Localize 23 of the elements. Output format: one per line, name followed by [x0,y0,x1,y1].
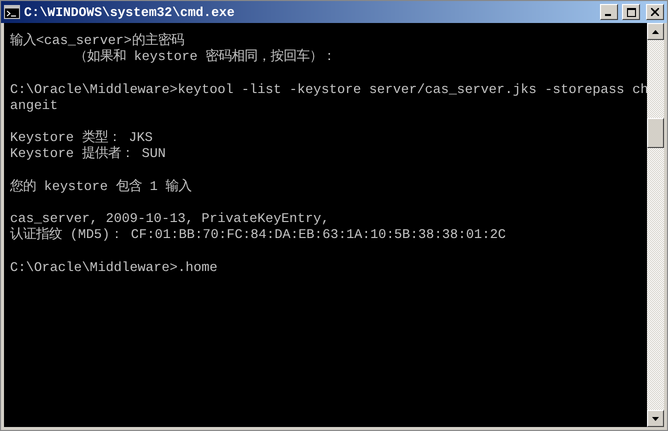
console-line: 您的 keystore 包含 1 输入 [10,178,193,195]
minimize-button[interactable] [600,4,618,20]
scrollbar[interactable] [647,23,664,427]
console-line: Keystore 提供者： SUN [10,146,167,162]
console-line: 输入<cas_server>的主密码 [10,33,185,49]
down-arrow-icon [652,416,659,420]
close-icon [651,8,659,16]
console-app-icon [4,5,20,19]
console-line: cas_server, 2009-10-13, PrivateKeyEntry, [10,211,330,227]
console-line: C:\Oracle\Middleware>keytool -list -keystore server/cas_server.jks -storepass ch [10,82,647,98]
console-line: angeit [10,98,59,114]
window-title: C:\WINDOWS\system32\cmd.exe [24,4,236,20]
scroll-down-button[interactable] [647,410,664,427]
maximize-icon [626,8,636,16]
console-line: Keystore 类型： JKS [10,130,154,146]
up-arrow-icon [652,30,659,34]
scroll-up-button[interactable] [647,23,664,40]
console-line: （如果和 keystore 密码相同，按回车）： [72,49,337,66]
console-line: C:\Oracle\Middleware>.home [10,260,218,276]
maximize-button[interactable] [622,4,640,20]
console-line: 认证指纹 (MD5)： CF:01:BB:70:FC:84:DA:EB:63:1A:10:5B:38:38:01:2C [10,227,507,244]
scroll-thumb[interactable] [647,118,664,148]
close-button[interactable] [646,4,664,20]
